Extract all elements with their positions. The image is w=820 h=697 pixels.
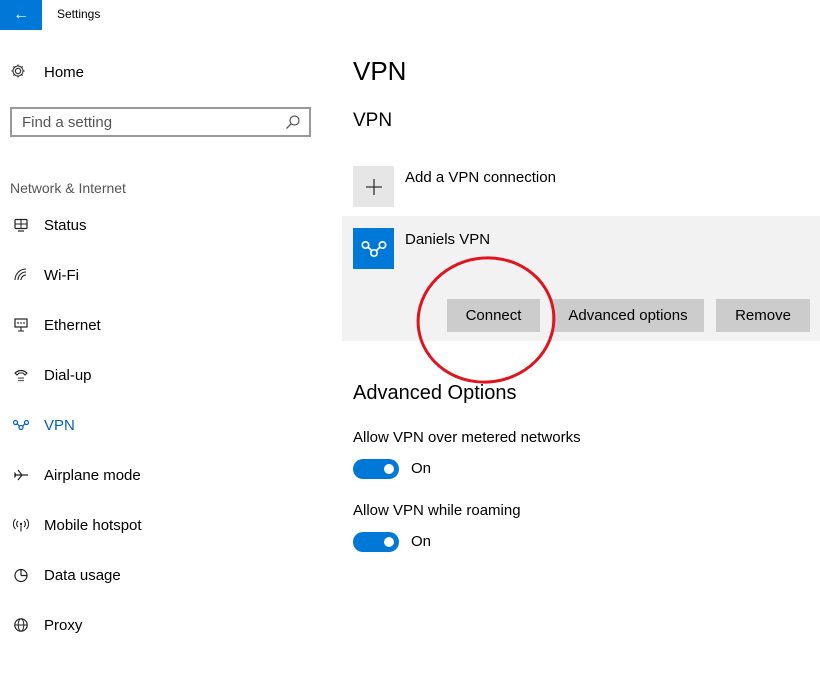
sidebar-item-label: Airplane mode xyxy=(44,466,141,484)
vpn-icon xyxy=(10,416,32,434)
section-title-vpn: VPN xyxy=(353,110,393,131)
vpn-connection-icon xyxy=(353,228,394,269)
vpn-connection-name: Daniels VPN xyxy=(405,231,491,248)
home-nav-item[interactable]: Home xyxy=(10,63,84,82)
sidebar-item-ethernet[interactable]: Ethernet xyxy=(0,305,330,345)
sidebar-item-mobile-hotspot[interactable]: Mobile hotspot xyxy=(0,505,330,545)
add-vpn-label: Add a VPN connection xyxy=(405,169,556,186)
sidebar-item-label: Status xyxy=(44,216,87,234)
search-input[interactable] xyxy=(22,113,272,131)
metered-networks-state: On xyxy=(411,460,432,477)
sidebar-item-status[interactable]: Status xyxy=(0,205,330,245)
metered-networks-label: Allow VPN over metered networks xyxy=(353,429,581,446)
wifi-icon xyxy=(10,266,32,284)
metered-networks-toggle[interactable] xyxy=(353,459,399,479)
hotspot-icon xyxy=(10,516,32,534)
sidebar-item-label: Mobile hotspot xyxy=(44,516,142,534)
page-title: VPN xyxy=(353,56,407,86)
sidebar-item-proxy[interactable]: Proxy xyxy=(0,605,330,645)
arrow-left-icon: ← xyxy=(13,6,29,23)
sidebar-item-wifi[interactable]: Wi-Fi xyxy=(0,255,330,295)
plus-icon xyxy=(353,166,394,207)
dialup-icon xyxy=(10,366,32,384)
sidebar-item-label: VPN xyxy=(44,416,75,434)
section-label-network: Network & Internet xyxy=(10,180,126,196)
roaming-toggle[interactable] xyxy=(353,532,399,552)
sidebar-item-label: Dial-up xyxy=(44,366,92,384)
sidebar-item-label: Data usage xyxy=(44,566,121,584)
sidebar-item-label: Ethernet xyxy=(44,316,101,334)
sidebar-item-vpn[interactable]: VPN xyxy=(0,405,330,445)
roaming-label: Allow VPN while roaming xyxy=(353,502,521,519)
title-bar: ← Settings xyxy=(0,0,820,30)
toggle-knob xyxy=(384,537,394,547)
home-label: Home xyxy=(44,64,85,81)
sidebar-item-data-usage[interactable]: Data usage xyxy=(0,555,330,595)
search-box[interactable] xyxy=(10,107,311,137)
vpn-connection-item[interactable]: Daniels VPN Connect Advanced options Rem… xyxy=(342,216,820,341)
advanced-options-title: Advanced Options xyxy=(353,382,517,404)
roaming-state: On xyxy=(411,533,432,550)
back-button[interactable]: ← xyxy=(0,0,42,30)
sidebar: Home Network & Internet Status Wi-Fi Eth… xyxy=(0,30,330,697)
sidebar-item-label: Proxy xyxy=(44,616,83,634)
add-vpn-connection-button[interactable]: Add a VPN connection xyxy=(353,166,556,207)
pie-chart-icon xyxy=(10,566,32,584)
advanced-options-button[interactable]: Advanced options xyxy=(552,299,704,332)
gear-icon xyxy=(10,63,32,82)
window-title: Settings xyxy=(57,7,101,21)
globe-icon xyxy=(10,616,32,634)
toggle-knob xyxy=(384,464,394,474)
globe-network-icon xyxy=(10,216,32,234)
connect-button[interactable]: Connect xyxy=(447,299,540,332)
search-icon[interactable] xyxy=(285,114,301,130)
sidebar-item-dialup[interactable]: Dial-up xyxy=(0,355,330,395)
airplane-icon xyxy=(10,466,32,484)
sidebar-item-label: Wi-Fi xyxy=(44,266,79,284)
sidebar-item-airplane-mode[interactable]: Airplane mode xyxy=(0,455,330,495)
remove-button[interactable]: Remove xyxy=(716,299,810,332)
ethernet-icon xyxy=(10,316,32,334)
